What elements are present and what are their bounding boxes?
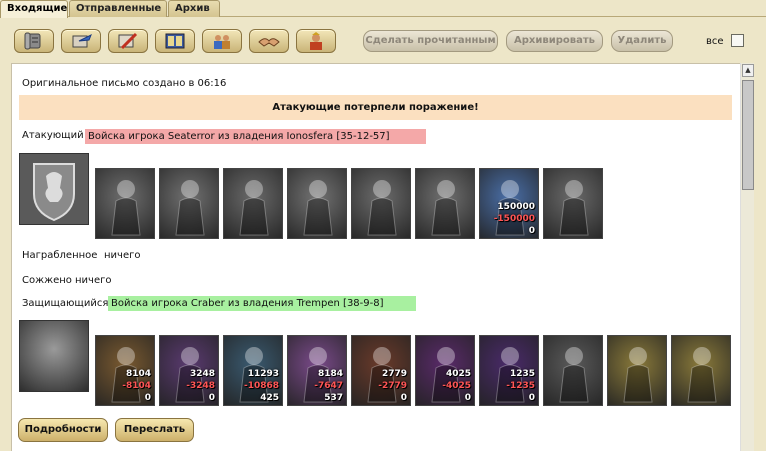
defender-unit[interactable] [543,335,603,406]
attacker-unit[interactable] [287,168,347,239]
horseman-icon [239,180,269,236]
attacker-unit[interactable] [159,168,219,239]
attacker-unit[interactable]: 150000 -150000 0 [479,168,539,239]
unit-lost: -2779 [378,381,407,391]
knight-icon [111,180,141,236]
looted-value: ничего [104,250,141,261]
merchants-icon [214,35,230,49]
defender-unit[interactable] [607,335,667,406]
sword-icon [118,32,138,50]
defender-unit[interactable]: 11293 -10868 425 [223,335,283,406]
toolbar-arrow-scroll-button[interactable] [61,29,101,53]
pink-orb-icon [623,347,653,403]
unit-count: 2779 [381,369,407,379]
defender-unit[interactable]: 3248 -3248 0 [159,335,219,406]
tab-archive[interactable]: Архив [168,0,220,17]
unit-lost: -4025 [442,381,471,391]
attacker-unit[interactable] [351,168,411,239]
tab-sent[interactable]: Отправленные [69,0,167,17]
attacker-unit[interactable] [415,168,475,239]
unit-left: 0 [208,393,215,403]
unit-count: 11293 [247,369,279,379]
unit-count: 4025 [445,369,471,379]
unit-left: 0 [528,226,535,236]
defender-unit[interactable]: 1235 -1235 0 [479,335,539,406]
cavalier-icon [175,180,205,236]
pink-orb-icon [687,347,717,403]
attacker-army: Войска игрока Seaterror из владения Iono… [85,129,426,144]
toolbar-scroll-button[interactable] [14,29,54,53]
spider-icon [559,347,589,403]
defender-unit[interactable]: 8104 -8104 0 [95,335,155,406]
unit-left: 537 [324,393,343,403]
monk-icon [431,180,461,236]
unit-lost: -10868 [243,381,279,391]
unit-count: 8184 [317,369,343,379]
scrollbar-thumb[interactable] [742,80,754,190]
toolbar-hero-button[interactable] [296,29,336,53]
burned-label: Сожжено [22,275,72,286]
unit-lost: -7647 [314,381,343,391]
battle-result: Атакующие потерпели поражение! [19,95,732,120]
scroll-icon [24,32,41,50]
tab-inbox[interactable]: Входящие [0,0,68,18]
toolbar-merchants-button[interactable] [202,29,242,53]
select-all-checkbox[interactable] [731,34,744,47]
unit-lost: -8104 [122,381,151,391]
ghost-icon [559,180,589,236]
created-line: Оригинальное письмо создано в 06:16 [22,78,227,89]
burned-value: ничего [75,275,112,286]
defender-label: Защищающийся [22,298,109,309]
attacker-label: Атакующий [22,130,84,141]
forward-button[interactable]: Переслать [115,418,194,442]
vertical-scrollbar[interactable]: ▲ [740,63,754,451]
toolbar-book-button[interactable] [155,29,195,53]
unit-lost: -150000 [493,214,535,224]
looted-label: Награбленное [22,250,98,261]
unit-left: 0 [144,393,151,403]
arrow-scroll-icon [72,33,92,48]
unit-lost: -3248 [186,381,215,391]
book-icon [165,33,185,49]
crossbowman-icon [367,180,397,236]
defender-unit[interactable]: 4025 -4025 0 [415,335,475,406]
toolbar-sword-button[interactable] [108,29,148,53]
hero-icon [310,32,322,50]
mail-toolbar: Сделать прочитанным Архивировать Удалить… [0,18,766,64]
unit-count: 3248 [189,369,215,379]
select-all-label: все [706,36,724,47]
delete-button[interactable]: Удалить [611,30,673,52]
unit-left: 0 [464,393,471,403]
defender-unit[interactable]: 8184 -7647 537 [287,335,347,406]
unit-lost: -1235 [506,381,535,391]
dragon-emblem-icon [19,320,89,392]
lion-shield-emblem-icon [19,153,89,225]
defender-unit[interactable] [671,335,731,406]
unit-left: 0 [528,393,535,403]
details-button[interactable]: Подробности [18,418,108,442]
attacker-unit[interactable] [223,168,283,239]
defender-army: Войска игрока Craber из владения Trempen… [108,296,416,311]
unit-count: 8104 [125,369,151,379]
attacker-unit[interactable] [543,168,603,239]
unit-count: 150000 [497,202,535,212]
scroll-up-arrow-icon[interactable]: ▲ [742,64,754,77]
pegasus-icon [303,180,333,236]
mark-read-button[interactable]: Сделать прочитанным [363,30,498,52]
unit-count: 1235 [509,369,535,379]
unit-left: 0 [400,393,407,403]
attacker-unit[interactable] [95,168,155,239]
toolbar-handshake-button[interactable] [249,29,289,53]
defender-unit[interactable]: 2779 -2779 0 [351,335,411,406]
mail-tabs: Входящие Отправленные Архив [0,0,766,18]
handshake-icon [258,38,280,47]
archive-button[interactable]: Архивировать [506,30,603,52]
unit-left: 425 [260,393,279,403]
